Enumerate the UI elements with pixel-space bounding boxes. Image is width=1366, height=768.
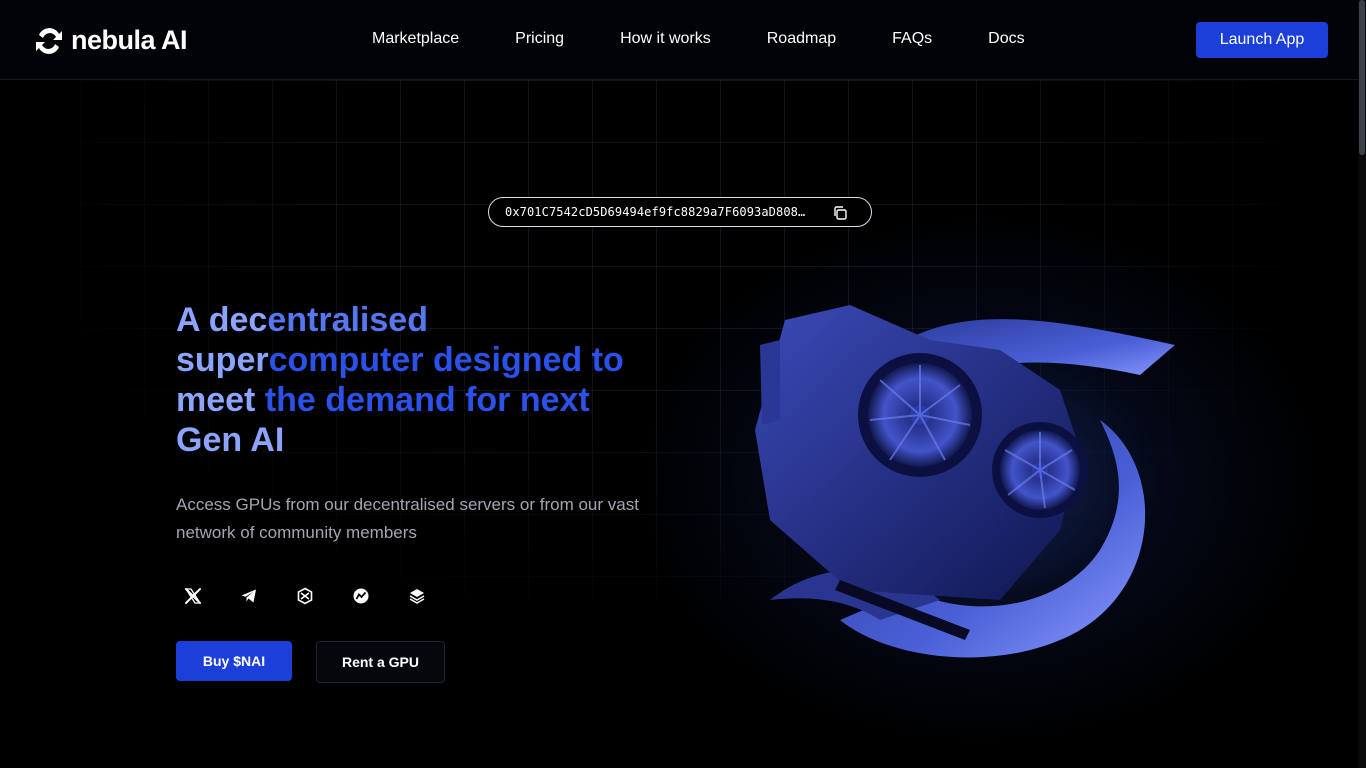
- rent-gpu-button[interactable]: Rent a GPU: [316, 641, 445, 683]
- nav-faqs[interactable]: FAQs: [892, 30, 932, 48]
- social-links: [182, 585, 428, 607]
- brand-name: nebula AI: [71, 25, 188, 55]
- nebula-logo-icon: [36, 27, 62, 54]
- dextools-icon[interactable]: [294, 585, 316, 607]
- nav-docs[interactable]: Docs: [988, 30, 1024, 48]
- site-header: nebula AI Marketplace Pricing How it work…: [0, 0, 1358, 80]
- gpu-3d-illustration: [755, 305, 1175, 658]
- launch-app-button[interactable]: Launch App: [1196, 22, 1328, 58]
- brand-logo[interactable]: nebula AI: [33, 25, 188, 56]
- nav-roadmap[interactable]: Roadmap: [767, 30, 836, 48]
- hero-section: 0x701C7542cD5D69494ef9fc8829a7F6093aD808…: [0, 80, 1358, 768]
- main-nav: Marketplace Pricing How it works Roadmap…: [372, 30, 1025, 48]
- copy-icon[interactable]: [832, 205, 848, 221]
- buy-nai-button[interactable]: Buy $NAI: [176, 641, 292, 681]
- layers-icon[interactable]: [406, 585, 428, 607]
- nav-marketplace[interactable]: Marketplace: [372, 30, 459, 48]
- nav-pricing[interactable]: Pricing: [515, 30, 564, 48]
- scrollbar-thumb[interactable]: [1359, 0, 1365, 155]
- x-twitter-icon[interactable]: [182, 585, 204, 607]
- dexscreener-icon[interactable]: [350, 585, 372, 607]
- page-scrollbar[interactable]: [1358, 0, 1366, 768]
- contract-address-pill[interactable]: 0x701C7542cD5D69494ef9fc8829a7F6093aD808…: [488, 197, 872, 227]
- contract-address: 0x701C7542cD5D69494ef9fc8829a7F6093aD808…: [505, 205, 806, 219]
- hero-headline: A decentralised supercomputer designed t…: [176, 301, 624, 459]
- hero-subtitle: Access GPUs from our decentralised serve…: [176, 495, 639, 542]
- telegram-icon[interactable]: [238, 585, 260, 607]
- nav-how-it-works[interactable]: How it works: [620, 30, 711, 48]
